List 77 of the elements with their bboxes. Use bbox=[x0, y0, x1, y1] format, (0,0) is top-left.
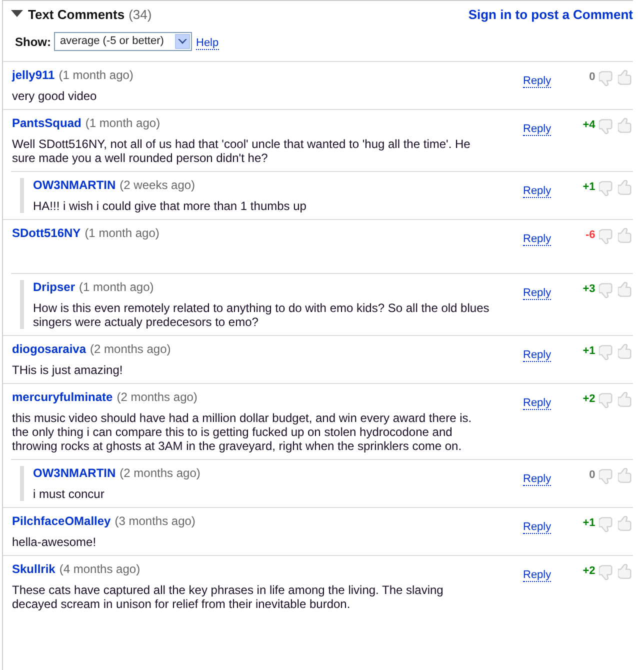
comment-text: hella-awesome! bbox=[12, 535, 98, 549]
thumbs-up-icon[interactable] bbox=[618, 281, 633, 299]
thumbs-down-icon[interactable] bbox=[599, 343, 615, 361]
dropdown-arrow-icon bbox=[178, 38, 187, 44]
thumbs-up-icon[interactable] bbox=[618, 343, 633, 361]
thumbs-down-icon[interactable] bbox=[599, 227, 615, 245]
vote-score: +1 bbox=[582, 345, 596, 357]
thumbs-down-icon[interactable] bbox=[599, 467, 615, 485]
thumbs-down-icon[interactable] bbox=[599, 515, 615, 533]
vote-score: +3 bbox=[582, 283, 596, 295]
help-link[interactable]: Help bbox=[196, 38, 219, 50]
comment-text: THis is just amazing! bbox=[12, 363, 124, 377]
thumbs-up-icon[interactable] bbox=[618, 467, 633, 485]
author-link[interactable]: mercuryfulminate bbox=[12, 390, 113, 404]
comment-time: (1 month ago) bbox=[58, 68, 134, 82]
comment-text: very good video bbox=[12, 89, 98, 103]
thumbs-up-icon[interactable] bbox=[618, 117, 633, 135]
comment-text: this music video should have had a million dollar budget, and win every award there is. the only thing i can compare this to is getting fucked up on stolen hydrocodone and throwing rocks at ghosts at 3AM in the graveyard, right when the sprinklers come on. bbox=[12, 411, 473, 453]
reply-link[interactable]: Reply bbox=[523, 473, 552, 486]
author-link[interactable]: OW3NMARTIN bbox=[33, 466, 116, 480]
vote-score: 0 bbox=[588, 71, 596, 83]
vote-score: +2 bbox=[582, 393, 596, 405]
thumbs-up-icon[interactable] bbox=[618, 227, 633, 245]
thumbs-down-icon[interactable] bbox=[599, 179, 615, 197]
reply-link[interactable]: Reply bbox=[523, 397, 552, 410]
vote-score: -6 bbox=[584, 229, 596, 241]
comment-text: i must concur bbox=[33, 487, 106, 501]
author-link[interactable]: SDott516NY bbox=[12, 226, 81, 240]
reply-link[interactable]: Reply bbox=[523, 233, 552, 246]
vote-score: +1 bbox=[582, 181, 596, 193]
reply-link[interactable]: Reply bbox=[523, 123, 552, 136]
thumbs-up-icon[interactable] bbox=[618, 179, 633, 197]
filter-dropdown[interactable]: average (-5 or better) bbox=[54, 32, 192, 51]
vote-score: +1 bbox=[582, 517, 596, 529]
thumbs-down-icon[interactable] bbox=[599, 391, 615, 409]
vote-score: +4 bbox=[582, 119, 596, 131]
author-link[interactable]: PantsSquad bbox=[12, 116, 82, 130]
reply-link[interactable]: Reply bbox=[523, 569, 552, 582]
reply-link[interactable]: Reply bbox=[523, 185, 552, 198]
comment-time: (1 month ago) bbox=[84, 226, 160, 240]
vote-score: 0 bbox=[588, 469, 596, 481]
comment-time: (4 months ago) bbox=[59, 562, 140, 576]
thumbs-down-icon[interactable] bbox=[599, 69, 615, 87]
comment-time: (2 months ago) bbox=[120, 466, 200, 480]
thumbs-up-icon[interactable] bbox=[618, 391, 633, 409]
thumbs-down-icon[interactable] bbox=[599, 117, 615, 135]
comment-time: (3 months ago) bbox=[114, 514, 196, 528]
comment-count: (34) bbox=[128, 6, 152, 22]
comment-time: (2 months ago) bbox=[116, 390, 198, 404]
reply-link[interactable]: Reply bbox=[523, 349, 552, 362]
author-link[interactable]: PilchfaceOMalley bbox=[12, 514, 111, 528]
author-link[interactable]: diogosaraiva bbox=[12, 342, 86, 356]
vote-score: +2 bbox=[582, 565, 596, 577]
thumbs-down-icon[interactable] bbox=[599, 281, 615, 299]
comment-time: (1 month ago) bbox=[85, 116, 160, 130]
reply-link[interactable]: Reply bbox=[523, 287, 552, 300]
comment-time: (2 weeks ago) bbox=[120, 178, 196, 192]
filter-label: Show: bbox=[15, 34, 51, 48]
author-link[interactable]: Skullrik bbox=[12, 562, 56, 576]
reply-link[interactable]: Reply bbox=[523, 75, 552, 88]
author-link[interactable]: Dripser bbox=[33, 280, 76, 294]
thumbs-up-icon[interactable] bbox=[618, 69, 633, 87]
comment-text: How is this even remotely related to anything to do with emo kids? So all the old blues singers were actualy predecesors to emo? bbox=[33, 301, 490, 329]
comment-text: Well SDott516NY, not all of us had that 'cool' uncle that wanted to 'hug all the time'. He sure made you a well rounded person didn't he? bbox=[12, 137, 472, 165]
comment-text: HA!!! i wish i could give that more than 1 thumbs up bbox=[33, 199, 308, 213]
thumbs-down-icon[interactable] bbox=[599, 563, 615, 581]
comment-time: (1 month ago) bbox=[79, 280, 154, 294]
sign-in-link[interactable]: Sign in to post a Comment bbox=[468, 6, 633, 22]
section-title: Text Comments bbox=[28, 6, 125, 22]
collapse-triangle-icon[interactable] bbox=[11, 10, 23, 18]
thumbs-up-icon[interactable] bbox=[618, 563, 633, 581]
comment-text: These cats have captured all the key phrases in life among the living. The slaving decayed scream in unison for relief from their inevitable burdon. bbox=[12, 583, 444, 611]
thumbs-up-icon[interactable] bbox=[618, 515, 633, 533]
comment-time: (2 months ago) bbox=[90, 342, 171, 356]
author-link[interactable]: OW3NMARTIN bbox=[33, 178, 116, 192]
reply-link[interactable]: Reply bbox=[523, 521, 552, 534]
author-link[interactable]: jelly911 bbox=[12, 68, 55, 82]
